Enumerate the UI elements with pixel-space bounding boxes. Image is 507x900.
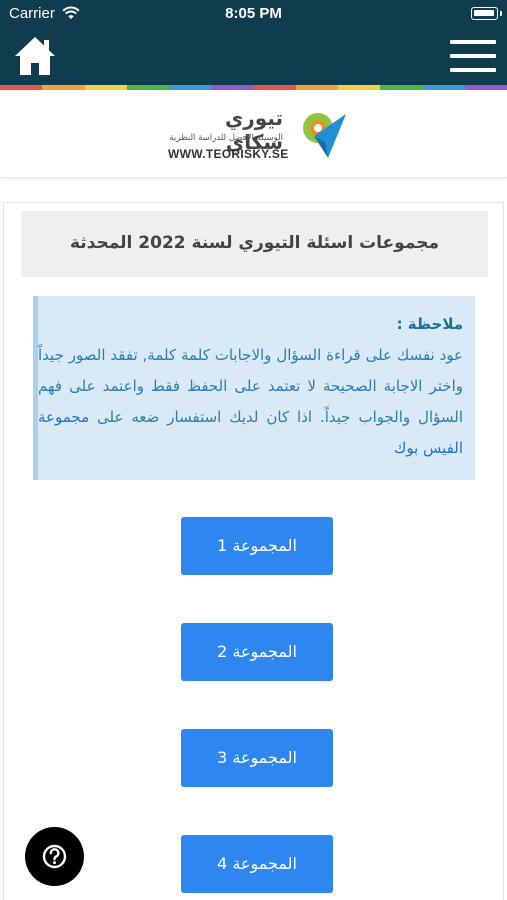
note-text: عود نفسك على قراءة السؤال والاجابات كلمة… <box>38 346 463 426</box>
menu-button[interactable] <box>450 40 496 74</box>
note-title: ملاحظة : <box>396 315 463 333</box>
help-button[interactable] <box>25 827 84 886</box>
page-title: مجموعات اسئلة التيوري لسنة 2022 المحدثة <box>70 233 439 253</box>
note-body: عود نفسك على قراءة السؤال والاجابات كلمة… <box>38 340 463 464</box>
home-icon <box>15 37 55 75</box>
logo-banner: تيوري سكاي الوسيلة الافضل للدراسة النظري… <box>0 90 507 178</box>
battery-icon <box>471 7 502 20</box>
home-button[interactable] <box>13 34 57 78</box>
app-header: Carrier 8:05 PM <box>0 0 507 88</box>
hamburger-menu-icon <box>450 40 496 44</box>
group-1-button[interactable]: المجموعة 1 <box>181 517 333 575</box>
status-bar: Carrier 8:05 PM <box>0 0 507 28</box>
group-2-button[interactable]: المجموعة 2 <box>181 623 333 681</box>
status-time: 8:05 PM <box>225 5 282 22</box>
note-box: ملاحظة : عود نفسك على قراءة السؤال والاج… <box>33 296 475 480</box>
group-4-button[interactable]: المجموعة 4 <box>181 835 333 893</box>
logo-pin-icon <box>303 113 346 158</box>
group-3-button[interactable]: المجموعة 3 <box>181 729 333 787</box>
question-circle-icon <box>42 844 67 869</box>
logo-url: WWW.TEORISKY.SE <box>168 147 289 161</box>
logo-subtitle: الوسيلة الافضل للدراسة النظرية <box>169 133 283 143</box>
section-header: مجموعات اسئلة التيوري لسنة 2022 المحدثة <box>21 211 488 277</box>
